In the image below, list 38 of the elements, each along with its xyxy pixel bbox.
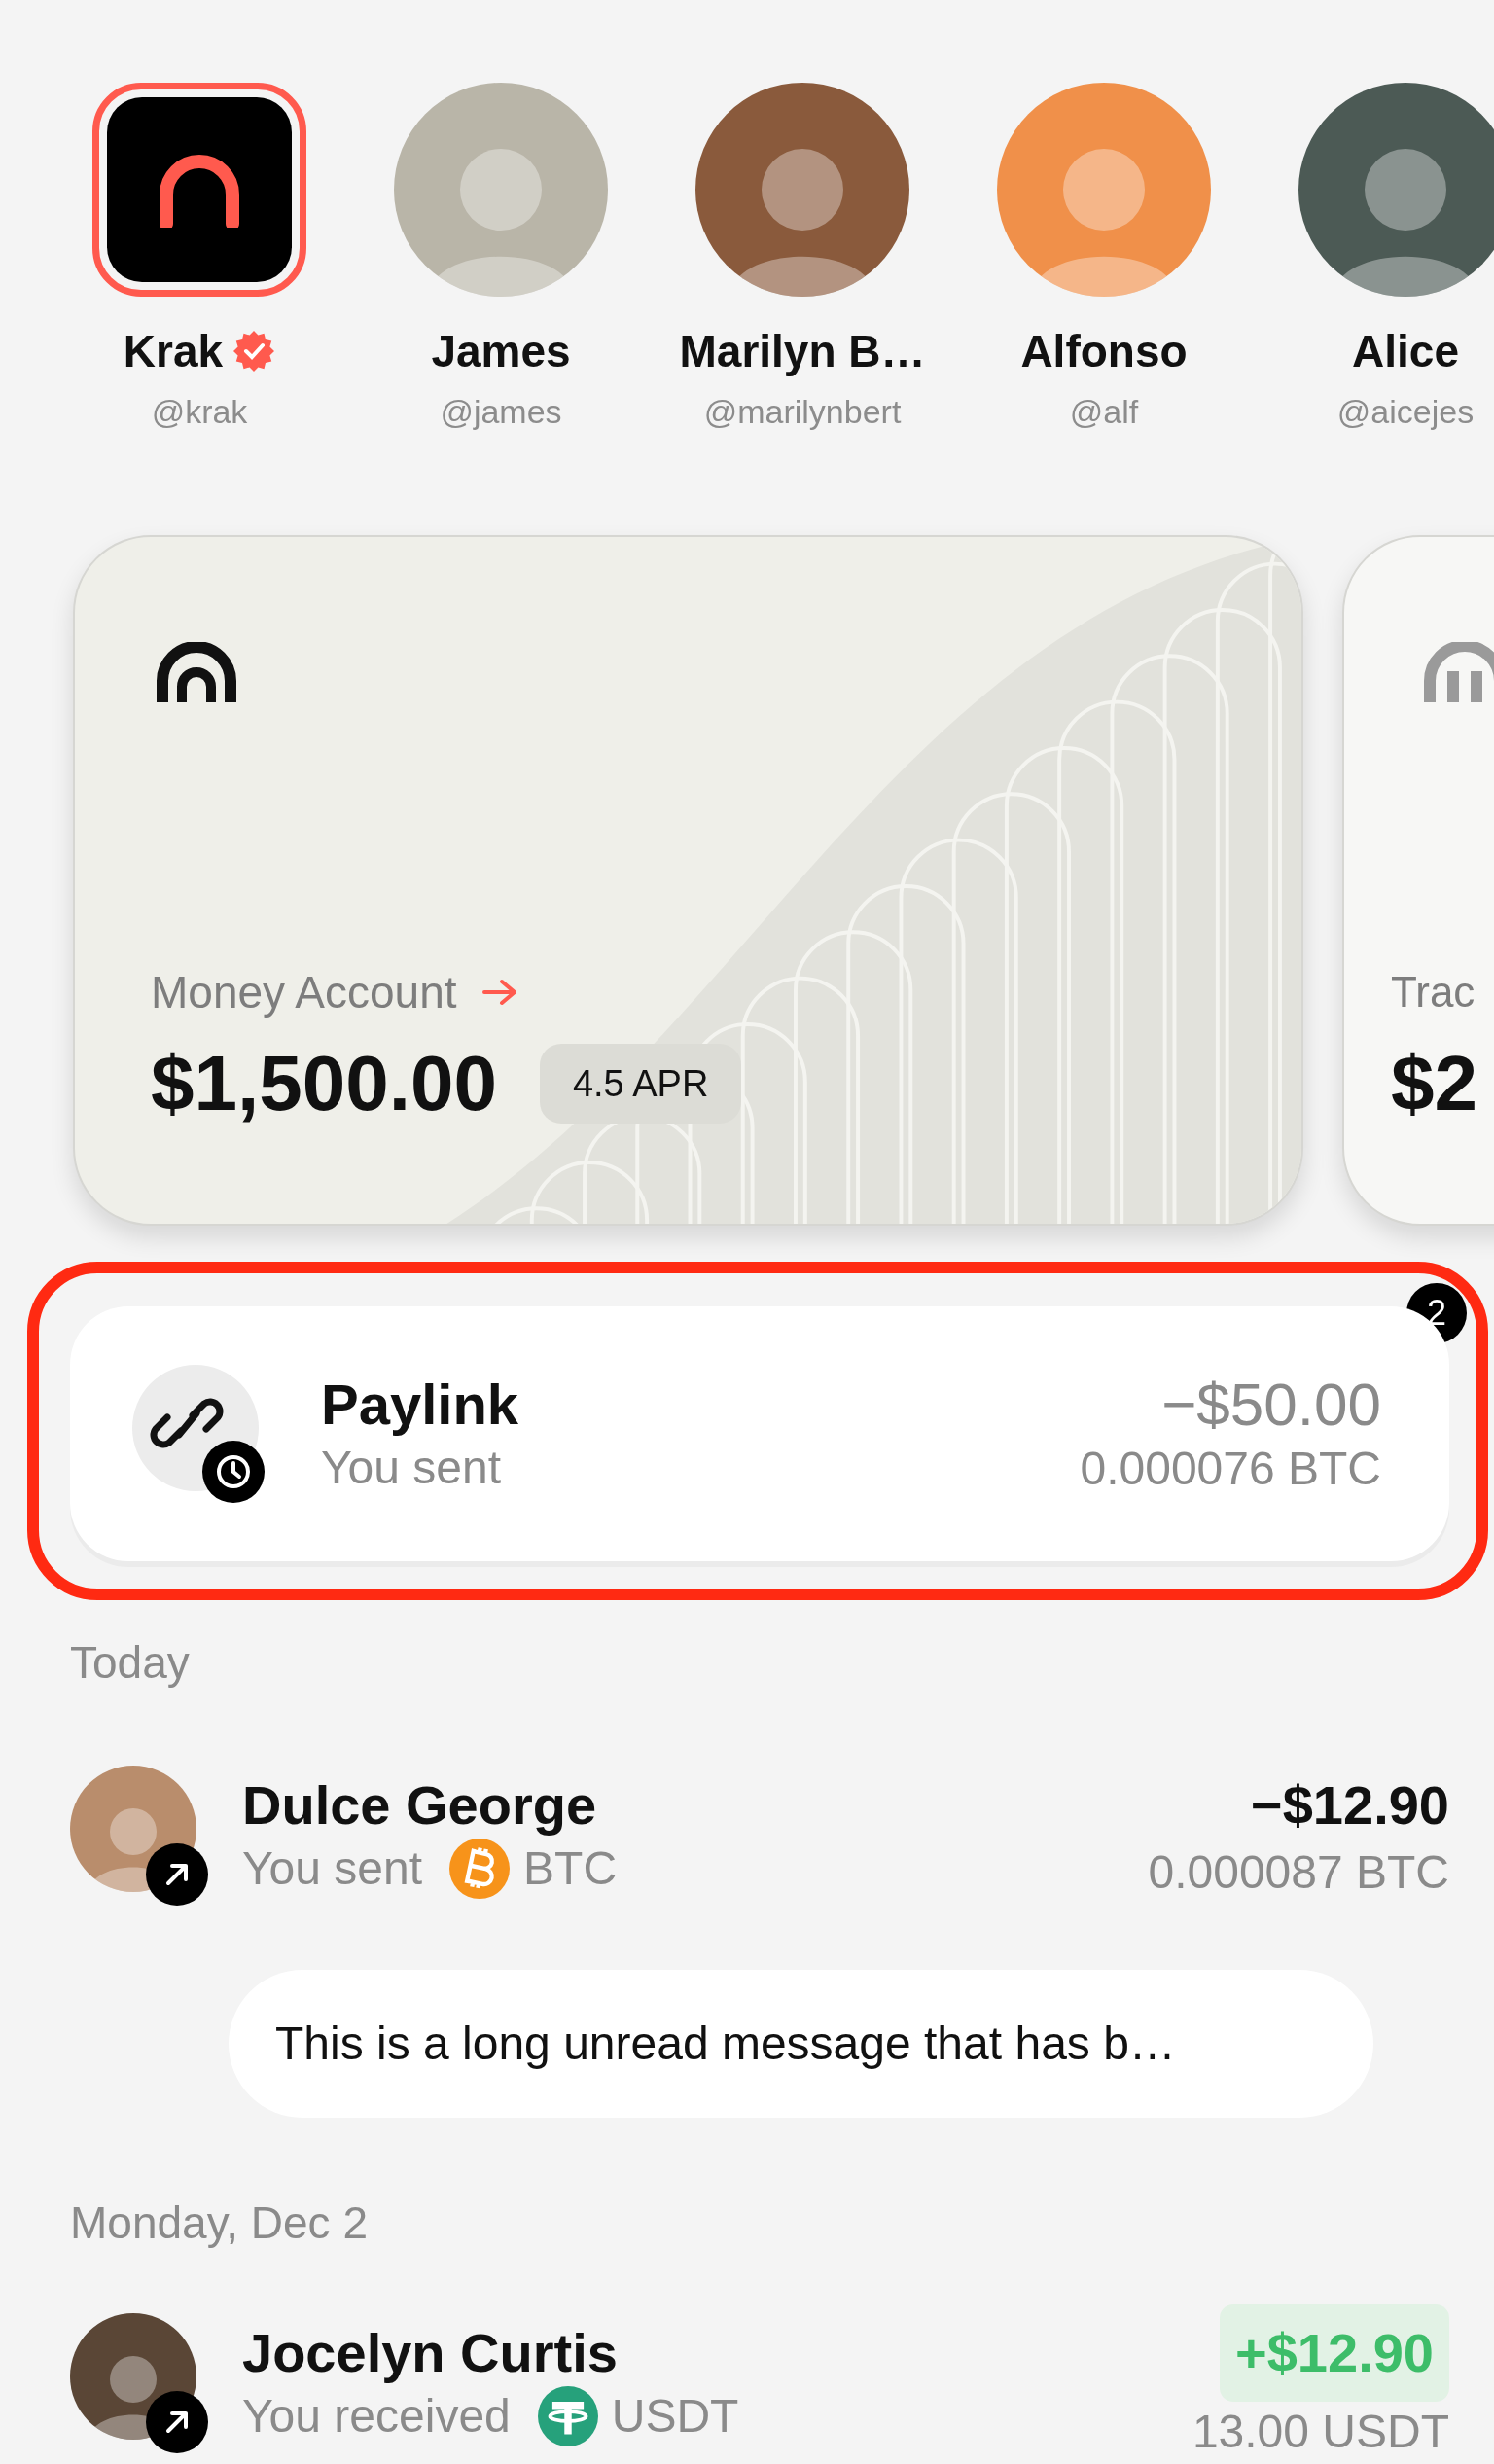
message-bubble[interactable]: This is a long unread message that has b… bbox=[229, 1970, 1373, 2118]
contact-name: Krak bbox=[123, 325, 224, 378]
section-heading: Today bbox=[70, 1636, 191, 1690]
account-balance: $1,500.00 bbox=[151, 1039, 497, 1128]
account-label: Money Account bbox=[151, 966, 457, 1019]
account-balance: $2 bbox=[1391, 1039, 1477, 1128]
contact-name: Dulce George bbox=[242, 1773, 598, 1838]
contact-handle[interactable]: @marilynbert bbox=[703, 390, 902, 433]
contact-name: James bbox=[431, 325, 571, 378]
crypto-amount: 0.000087 BTC bbox=[1148, 1845, 1449, 1900]
contact-handle[interactable]: @aicejes bbox=[1336, 390, 1475, 433]
paylink-title: Paylink bbox=[321, 1372, 520, 1438]
contact-name: Jocelyn Curtis bbox=[242, 2321, 619, 2385]
tether-icon bbox=[537, 2386, 598, 2446]
crypto-amount: 13.00 USDT bbox=[1192, 2405, 1449, 2459]
transaction-subtitle: You received bbox=[242, 2389, 511, 2444]
contact-handle[interactable]: @james bbox=[440, 390, 562, 433]
transaction-subtitle: You sent bbox=[242, 1841, 423, 1896]
contact-handle[interactable]: @alf bbox=[1069, 390, 1139, 433]
transaction-amount: −$12.90 bbox=[1251, 1773, 1449, 1838]
paylink-amount: −$50.00 bbox=[1161, 1370, 1381, 1440]
logo-icon bbox=[1424, 642, 1494, 704]
contact-name: Alfonso bbox=[1020, 325, 1188, 378]
account-card[interactable]: Trac $2 bbox=[1342, 535, 1494, 1226]
apr-badge: 4.5 APR bbox=[539, 1044, 742, 1124]
coin-label: USDT bbox=[611, 2389, 739, 2444]
brand-avatar[interactable] bbox=[92, 83, 306, 297]
transaction-amount: +$12.90 bbox=[1220, 2304, 1449, 2402]
section-heading: Monday, Dec 2 bbox=[70, 2196, 369, 2250]
account-card[interactable]: Money Account $1,500.00 4.5 APR bbox=[73, 535, 1303, 1226]
contact-name: Marilyn B… bbox=[679, 325, 926, 378]
contact-name: Alice bbox=[1352, 325, 1459, 378]
bitcoin-icon bbox=[449, 1839, 511, 1899]
coin-label: BTC bbox=[523, 1841, 618, 1896]
account-label: Trac bbox=[1391, 967, 1476, 1018]
paylink-subtitle: You sent bbox=[321, 1441, 503, 1495]
contact-handle[interactable]: @krak bbox=[151, 390, 248, 433]
paylink-crypto-amount: 0.000076 BTC bbox=[1080, 1442, 1381, 1496]
